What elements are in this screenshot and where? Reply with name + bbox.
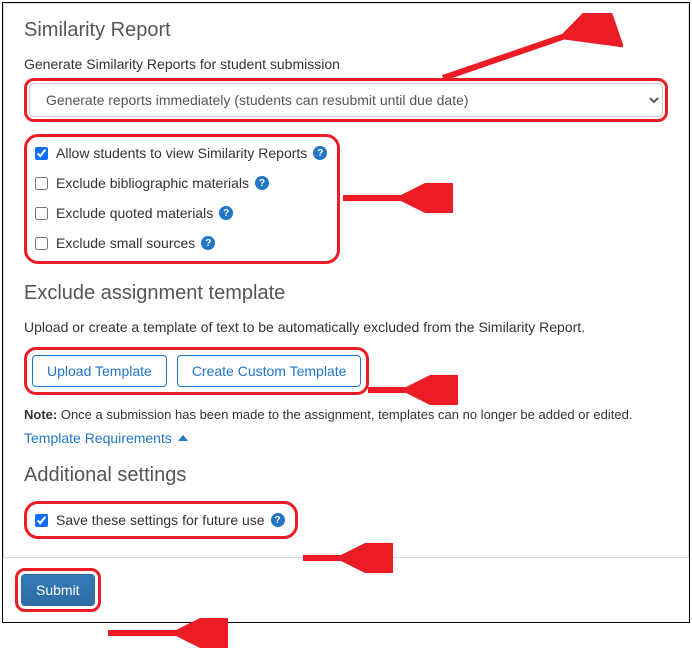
help-icon[interactable]: ? <box>255 176 269 190</box>
exclude-small-row: Exclude small sources ? <box>35 235 327 251</box>
note-prefix: Note: <box>24 407 57 422</box>
additional-settings-heading: Additional settings <box>24 464 668 487</box>
save-settings-checkbox[interactable] <box>35 514 48 527</box>
create-custom-template-button[interactable]: Create Custom Template <box>177 355 362 387</box>
exclude-quoted-checkbox[interactable] <box>35 207 48 220</box>
note-text: Once a submission has been made to the a… <box>57 407 632 422</box>
allow-students-view-row: Allow students to view Similarity Report… <box>35 145 327 161</box>
exclude-biblio-checkbox[interactable] <box>35 177 48 190</box>
exclude-biblio-row: Exclude bibliographic materials ? <box>35 175 327 191</box>
similarity-report-heading: Similarity Report <box>24 19 668 42</box>
highlight-checkbox-group: Allow students to view Similarity Report… <box>24 134 340 264</box>
template-requirements-link[interactable]: Template Requirements <box>24 430 188 446</box>
highlight-select: Generate reports immediately (students c… <box>24 78 668 122</box>
exclude-biblio-label: Exclude bibliographic materials <box>56 175 249 191</box>
help-icon[interactable]: ? <box>219 206 233 220</box>
exclude-small-label: Exclude small sources <box>56 235 195 251</box>
highlight-template-buttons: Upload Template Create Custom Template <box>24 347 369 395</box>
generate-reports-select[interactable]: Generate reports immediately (students c… <box>29 83 663 117</box>
exclude-template-heading: Exclude assignment template <box>24 282 668 305</box>
exclude-quoted-label: Exclude quoted materials <box>56 205 213 221</box>
exclude-small-checkbox[interactable] <box>35 237 48 250</box>
upload-template-button[interactable]: Upload Template <box>32 355 167 387</box>
exclude-template-desc: Upload or create a template of text to b… <box>24 319 668 335</box>
generate-reports-label: Generate Similarity Reports for student … <box>24 56 668 72</box>
exclude-quoted-row: Exclude quoted materials ? <box>35 205 327 221</box>
help-icon[interactable]: ? <box>313 146 327 160</box>
highlight-save-settings: Save these settings for future use ? <box>24 501 298 539</box>
allow-students-view-label: Allow students to view Similarity Report… <box>56 145 307 161</box>
template-note: Note: Once a submission has been made to… <box>24 407 668 422</box>
help-icon[interactable]: ? <box>201 236 215 250</box>
template-requirements-label: Template Requirements <box>24 430 172 446</box>
submit-button[interactable]: Submit <box>21 574 95 606</box>
help-icon[interactable]: ? <box>271 513 285 527</box>
annotation-arrow <box>98 618 228 648</box>
chevron-up-icon <box>178 435 188 441</box>
save-settings-row: Save these settings for future use ? <box>35 512 285 528</box>
highlight-submit: Submit <box>15 568 101 612</box>
footer: Submit <box>3 558 689 622</box>
allow-students-view-checkbox[interactable] <box>35 147 48 160</box>
save-settings-label: Save these settings for future use <box>56 512 265 528</box>
